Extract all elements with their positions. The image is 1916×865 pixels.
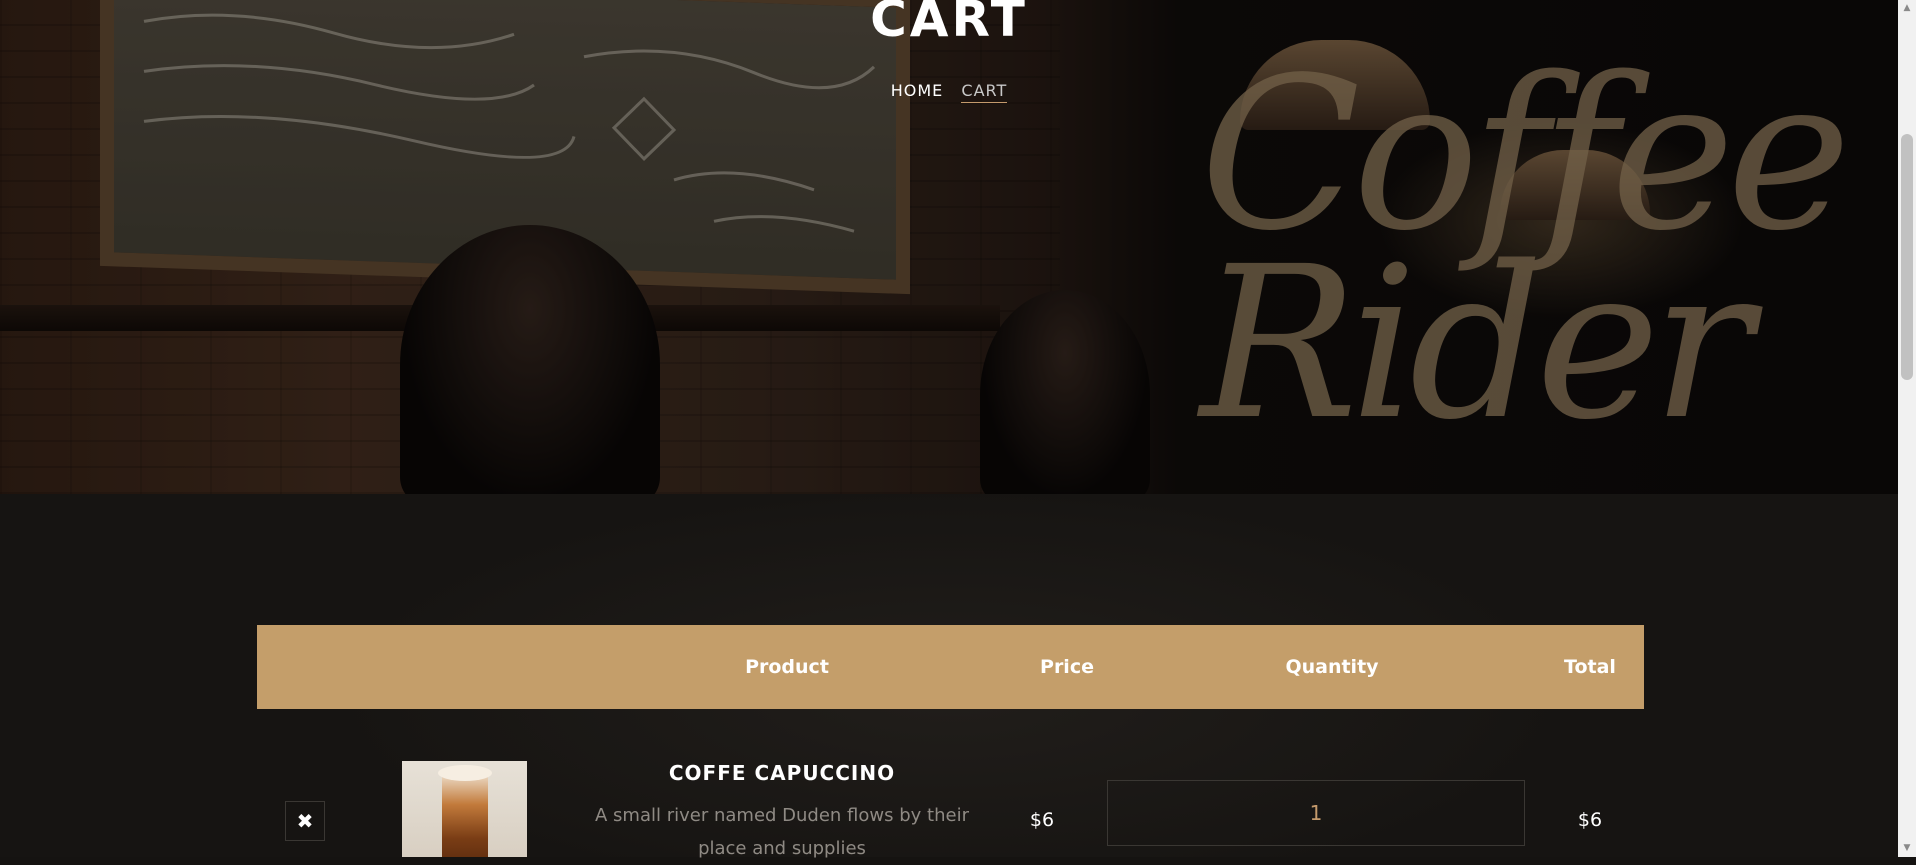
breadcrumb-current: CART [961,81,1008,103]
breadcrumb-home-link[interactable]: HOME [891,81,944,100]
scrollbar-thumb[interactable] [1901,134,1913,380]
close-icon: ✖ [296,809,314,833]
hero-overlay [0,0,1898,494]
coffee-foam [438,765,492,781]
header-product: Product [745,656,829,678]
product-description: A small river named Duden flows by their… [595,805,969,859]
item-total: $6 [1577,809,1603,831]
scroll-up-icon[interactable]: ▲ [1898,0,1916,17]
header-total: Total [1564,656,1616,678]
scroll-down-icon[interactable]: ▼ [1898,840,1916,857]
breadcrumb: HOME CART [0,81,1898,103]
product-price: $6 [1029,809,1055,831]
cart-table-header: Product Price Quantity Total [257,625,1644,709]
product-name[interactable]: COFFE CAPUCCINO [560,761,1004,785]
header-price: Price [1040,656,1094,678]
page-scrollbar[interactable]: ▲ ▼ [1898,0,1916,857]
header-quantity: Quantity [1285,656,1379,678]
iced-coffee-glass [442,771,488,857]
page-title: CART [870,0,1028,48]
quantity-input[interactable] [1107,780,1525,846]
remove-item-button[interactable]: ✖ [285,801,325,841]
product-image[interactable] [402,761,527,857]
hero-section: Coffee Rider CART HOME CART [0,0,1898,494]
